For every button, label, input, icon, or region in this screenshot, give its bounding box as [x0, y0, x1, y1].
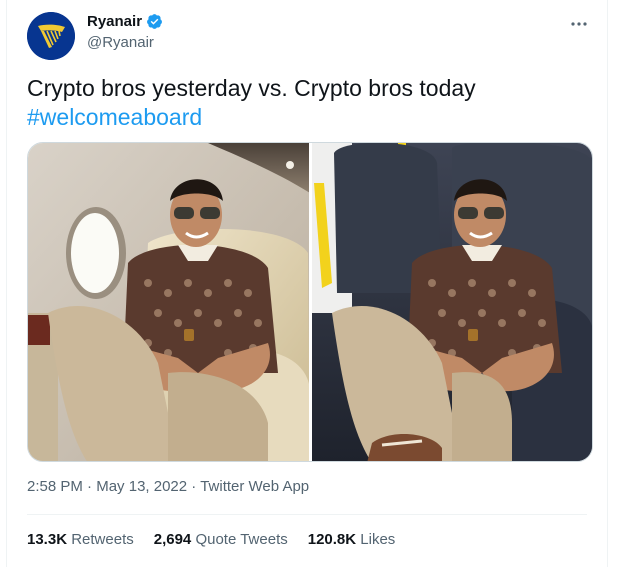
verified-badge-icon	[147, 14, 162, 29]
divider	[27, 514, 587, 515]
tweet-time[interactable]: 2:58 PM	[27, 478, 83, 495]
avatar[interactable]	[27, 12, 75, 60]
retweets-label: Retweets	[71, 531, 134, 548]
economy-seat-photo-image	[312, 143, 592, 461]
tweet-card: Ryanair @Ryanair Crypto bros yesterday v…	[6, 0, 608, 567]
tweet-meta: 2:58 PM · May 13, 2022 · Twitter Web App	[27, 478, 309, 495]
more-options-button[interactable]	[565, 10, 593, 38]
more-dots-icon	[571, 22, 587, 26]
tweet-date[interactable]: May 13, 2022	[96, 478, 187, 495]
likes-count: 120.8K	[307, 531, 357, 548]
hashtag-link[interactable]: #welcomeaboard	[27, 103, 597, 132]
photo-private-jet[interactable]	[28, 143, 309, 461]
tweet-media[interactable]	[27, 142, 593, 462]
retweets-stat[interactable]: 13.3K Retweets	[27, 531, 134, 548]
tweet-stats: 13.3K Retweets 2,694 Quote Tweets 120.8K…	[27, 531, 395, 548]
meta-separator-2: ·	[191, 478, 197, 495]
photo-economy-seat[interactable]	[312, 143, 592, 461]
tweet-body: Crypto bros yesterday vs. Crypto bros to…	[27, 75, 476, 101]
author-name[interactable]: Ryanair	[87, 13, 142, 30]
author-handle[interactable]: @Ryanair	[87, 34, 154, 51]
harp-logo-icon	[27, 12, 75, 60]
quote-tweets-label: Quote Tweets	[195, 531, 288, 548]
retweets-count: 13.3K	[27, 531, 68, 548]
tweet-text: Crypto bros yesterday vs. Crypto bros to…	[27, 74, 597, 132]
tweet-source[interactable]: Twitter Web App	[200, 478, 309, 495]
author-name-row[interactable]: Ryanair	[87, 13, 163, 30]
private-jet-photo-image	[28, 143, 309, 461]
quote-tweets-count: 2,694	[153, 531, 192, 548]
likes-stat[interactable]: 120.8K Likes	[308, 531, 396, 548]
meta-separator-1: ·	[87, 478, 93, 495]
likes-label: Likes	[360, 531, 396, 548]
quote-tweets-stat[interactable]: 2,694 Quote Tweets	[154, 531, 288, 548]
